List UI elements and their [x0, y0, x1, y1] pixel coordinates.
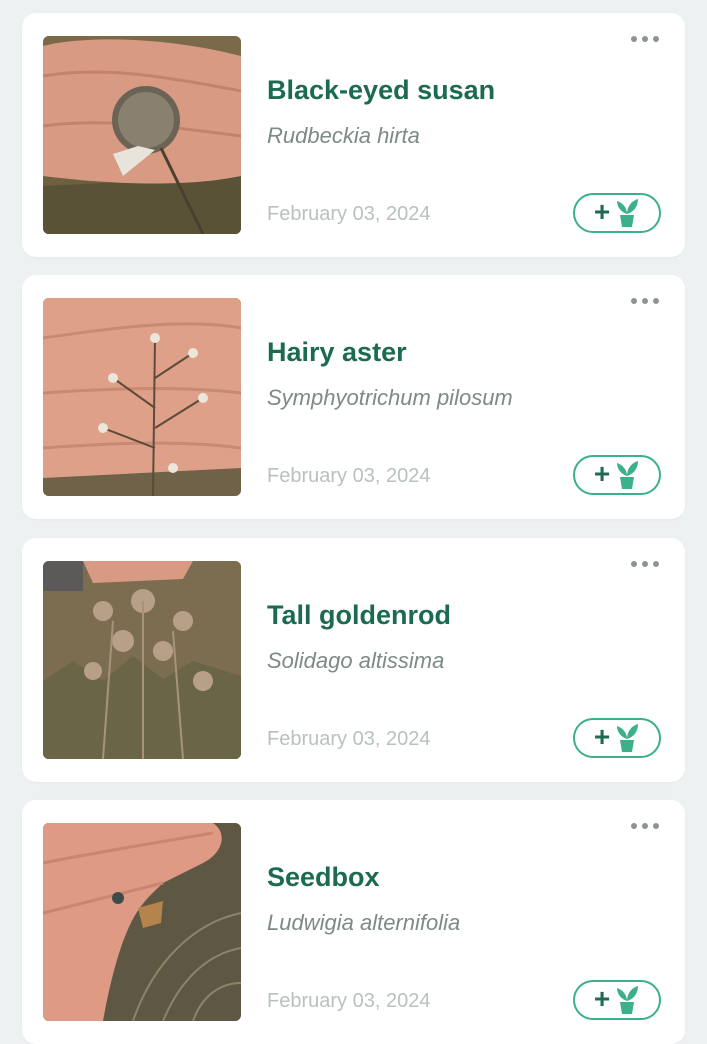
potted-plant-icon [617, 986, 639, 1014]
scientific-name: Solidago altissima [267, 648, 445, 673]
observation-card[interactable]: Black-eyed susan Rudbeckia hirta Februar… [22, 13, 685, 257]
add-to-garden-button[interactable]: + [573, 980, 661, 1020]
more-dot [653, 561, 659, 567]
more-horizontal-icon [631, 298, 637, 304]
observation-date: February 03, 2024 [267, 990, 431, 1012]
more-dot [642, 36, 648, 42]
more-dot [642, 823, 648, 829]
more-horizontal-icon [631, 823, 637, 829]
common-name: Tall goldenrod [267, 600, 451, 630]
more-options-button[interactable] [625, 31, 665, 47]
observation-photo[interactable] [43, 298, 241, 496]
observation-card[interactable]: Seedbox Ludwigia alternifolia February 0… [22, 800, 685, 1044]
add-to-garden-button[interactable]: + [573, 718, 661, 758]
more-options-button[interactable] [625, 293, 665, 309]
common-name: Hairy aster [267, 337, 407, 367]
more-dot [653, 823, 659, 829]
more-dot [653, 36, 659, 42]
scientific-name: Symphyotrichum pilosum [267, 385, 513, 410]
more-dot [642, 298, 648, 304]
potted-plant-icon [617, 199, 639, 227]
more-horizontal-icon [631, 561, 637, 567]
photo-tall-goldenrod [43, 561, 241, 759]
plus-icon: + [593, 195, 611, 227]
common-name: Seedbox [267, 862, 380, 892]
plus-icon: + [593, 982, 611, 1014]
photo-black-eyed-susan [43, 36, 241, 234]
more-horizontal-icon [631, 36, 637, 42]
observation-date: February 03, 2024 [267, 728, 431, 750]
scientific-name: Rudbeckia hirta [267, 123, 420, 148]
add-to-garden-button[interactable]: + [573, 455, 661, 495]
potted-plant-icon [617, 724, 639, 752]
observation-date: February 03, 2024 [267, 465, 431, 487]
more-options-button[interactable] [625, 818, 665, 834]
photo-seedbox [43, 823, 241, 1021]
observation-photo[interactable] [43, 36, 241, 234]
observation-photo[interactable] [43, 561, 241, 759]
more-options-button[interactable] [625, 556, 665, 572]
observation-card[interactable]: Hairy aster Symphyotrichum pilosum Febru… [22, 275, 685, 519]
observation-photo[interactable] [43, 823, 241, 1021]
scientific-name: Ludwigia alternifolia [267, 910, 461, 935]
more-dot [642, 561, 648, 567]
more-dot [653, 298, 659, 304]
common-name: Black-eyed susan [267, 75, 496, 105]
potted-plant-icon [617, 461, 639, 489]
photo-hairy-aster [43, 298, 241, 496]
add-to-garden-button[interactable]: + [573, 193, 661, 233]
plus-icon: + [593, 457, 611, 489]
observation-date: February 03, 2024 [267, 203, 431, 225]
plus-icon: + [593, 720, 611, 752]
observation-card[interactable]: Tall goldenrod Solidago altissima Februa… [22, 538, 685, 782]
